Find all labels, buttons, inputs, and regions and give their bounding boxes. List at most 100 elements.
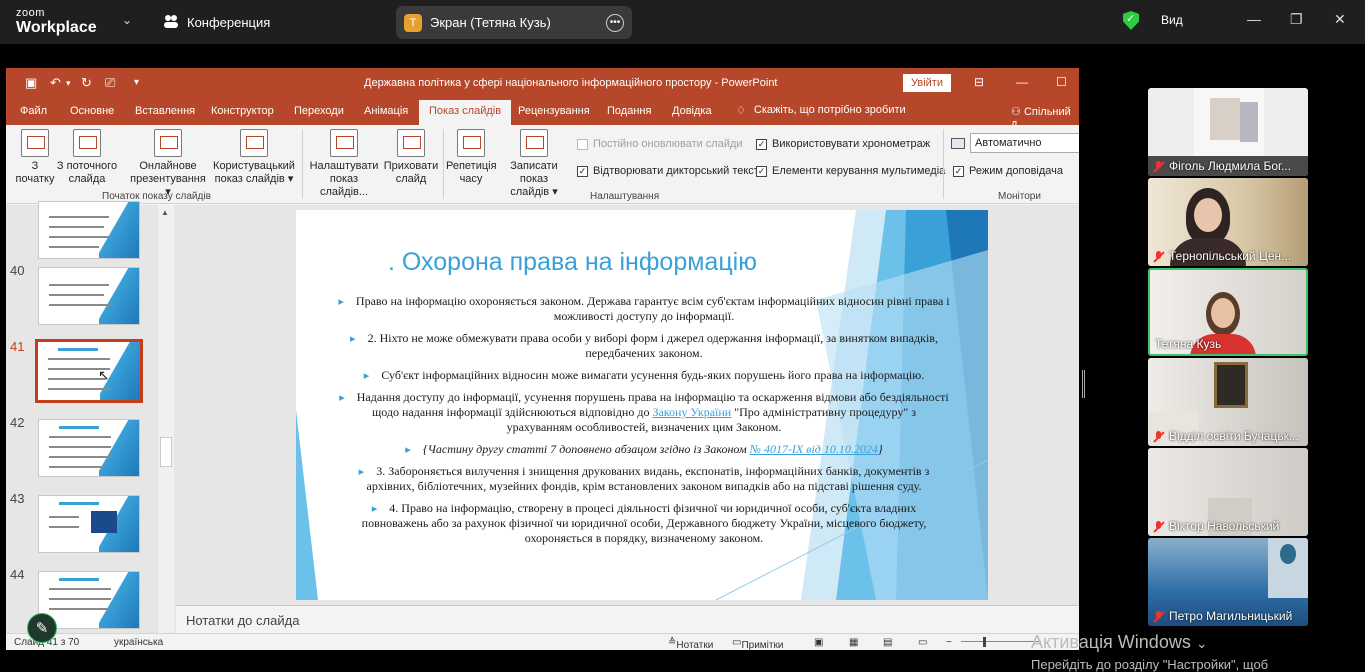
stopwatch-icon [457, 129, 485, 157]
maximize-icon[interactable]: ❐ [1290, 11, 1303, 28]
from-current-icon [73, 129, 101, 157]
scrollbar-thumb[interactable] [160, 437, 172, 467]
slide-number: 42 [10, 415, 25, 430]
record-show-button[interactable]: Записати показ слайдів ▾ [496, 129, 572, 199]
signin-button[interactable]: Увійти [903, 74, 951, 92]
tab-slideshow[interactable]: Показ слайдів [419, 100, 512, 125]
panel-resize-handle[interactable] [1082, 370, 1085, 398]
zoom-slider[interactable] [961, 641, 1041, 642]
screen: zoom Workplace ⌄ Конференция T Экран (Те… [0, 0, 1365, 672]
chevron-down-icon[interactable]: ⌄ [122, 13, 132, 27]
setup-show-button[interactable]: Налаштувати показ слайдів... [306, 129, 382, 199]
meeting-menu[interactable]: Конференция [163, 14, 270, 31]
zoom-slider-thumb[interactable] [983, 637, 986, 647]
slide-title: . Охорона права на інформацію [388, 248, 757, 276]
tab-design[interactable]: Конструктор [211, 105, 274, 117]
security-shield-icon[interactable] [1123, 11, 1139, 30]
ppt-title-bar: ▣ ↶ ▾ ↻ ⎚ ▾ Державна політика у сфері на… [6, 68, 1079, 98]
monitor-select[interactable]: Автоматично [951, 133, 1079, 153]
participant-tile[interactable]: Віктор Навольський [1148, 448, 1308, 536]
ribbon-separator [943, 129, 944, 199]
slide-sorter-icon[interactable]: ▦ [849, 637, 858, 648]
participant-tile[interactable]: Тернопільський Цен... [1148, 178, 1308, 266]
participant-tile-active-speaker[interactable]: Тетяна Кузь [1148, 268, 1308, 356]
notes-pane[interactable]: Нотатки до слайда [176, 605, 1079, 633]
custom-show-button[interactable]: Користувацький показ слайдів ▾ [210, 129, 298, 186]
share-title: Экран (Тетяна Кузь) [430, 15, 551, 30]
slide-thumbnails-pane: 40 41 ↖ 42 43 44 [6, 201, 176, 633]
ribbon-separator [443, 129, 444, 199]
participant-tile[interactable]: Фіголь Людмила Бог... [1148, 88, 1308, 176]
participant-tile[interactable]: Петро Магильницький [1148, 538, 1308, 626]
present-online-button[interactable]: Онлайнове презентування ▾ [126, 129, 210, 199]
slide-body: Право на інформацію охороняється законом… [338, 294, 950, 553]
scroll-up-icon[interactable]: ▲ [161, 208, 169, 217]
law-link[interactable]: Закону України [652, 405, 731, 419]
comments-toggle[interactable]: ▭ Примітки [732, 637, 783, 650]
slide-thumbnail[interactable] [38, 495, 140, 553]
tab-review[interactable]: Рецензування [518, 105, 590, 117]
tab-transitions[interactable]: Переходи [294, 105, 344, 117]
view-button[interactable]: Вид [1161, 13, 1183, 27]
keep-updated-checkbox[interactable]: Постійно оновлювати слайди [577, 138, 743, 150]
play-narrations-checkbox[interactable]: ✓ Відтворювати дикторський текст [577, 165, 759, 177]
normal-view-icon[interactable]: ▣ [814, 637, 823, 648]
close-icon[interactable]: ✕ [1334, 11, 1346, 28]
slide-thumbnail[interactable] [38, 201, 140, 259]
undo-dropdown-icon[interactable]: ▾ [66, 78, 71, 89]
thumbnails-scrollbar[interactable]: ▲ [158, 205, 174, 633]
windows-activation-watermark: Активація Windows ⌄ [1031, 632, 1208, 652]
bullet-1: Право на інформацію охороняється законом… [338, 294, 950, 324]
hide-slide-icon [397, 129, 425, 157]
from-beginning-button[interactable]: З початку [14, 129, 56, 186]
amendment-link[interactable]: № 4017-IX від 10.10.2024 [750, 442, 878, 456]
tab-insert[interactable]: Вставлення [135, 105, 195, 117]
screen-share-indicator[interactable]: T Экран (Тетяна Кузь) ••• [396, 6, 632, 39]
ppt-minimize-icon[interactable]: — [1016, 75, 1028, 89]
notes-toggle[interactable]: ≙ Нотатки [668, 637, 713, 650]
use-timings-checkbox[interactable]: ✓ Використовувати хронометраж [756, 138, 930, 150]
document-title: Державна політика у сфері національного … [364, 77, 778, 89]
tab-home[interactable]: Основне [70, 105, 114, 117]
customize-toolbar-icon[interactable]: ▾ [134, 77, 139, 88]
zoom-logo: zoom Workplace [16, 7, 97, 36]
media-controls-checkbox[interactable]: ✓ Елементи керування мультимедіа [756, 165, 945, 177]
language-indicator[interactable]: українська [114, 637, 163, 648]
tab-view[interactable]: Подання [607, 105, 651, 117]
slide-thumbnail[interactable] [38, 267, 140, 325]
status-bar: Слайд 41 з 70 українська ≙ Нотатки ▭ При… [6, 633, 1079, 650]
rehearse-timings-button[interactable]: Репетиція часу [446, 129, 497, 186]
slideshow-view-icon[interactable]: ▭ [918, 637, 927, 648]
tab-animations[interactable]: Анімація [364, 105, 408, 117]
bullet-6: 3. Забороняється вилучення і знищення др… [338, 464, 950, 494]
tell-me-search[interactable]: ♢ Скажіть, що потрібно зробити [736, 104, 906, 117]
zoom-out-icon[interactable]: − [946, 637, 952, 648]
slide-number: 40 [10, 263, 25, 278]
ribbon-display-icon[interactable]: ⊟ [974, 75, 984, 89]
undo-icon[interactable]: ↶ [50, 75, 61, 91]
present-icon[interactable]: ⎚ [105, 75, 115, 91]
ribbon-slideshow: З початку З поточного слайда Онлайнове п… [6, 125, 1079, 204]
zoom-top-bar: zoom Workplace ⌄ Конференция T Экран (Те… [0, 0, 1365, 44]
more-icon[interactable]: ••• [606, 13, 624, 32]
from-current-button[interactable]: З поточного слайда [56, 129, 118, 186]
meeting-label: Конференция [187, 15, 271, 30]
slide-thumbnail-selected[interactable] [35, 339, 143, 403]
reading-view-icon[interactable]: ▤ [883, 637, 892, 648]
redo-icon[interactable]: ↻ [81, 75, 92, 91]
ppt-maximize-icon[interactable]: ☐ [1056, 75, 1067, 89]
muted-mic-icon [1153, 250, 1164, 262]
presenter-view-checkbox[interactable]: ✓ Режим доповідача [953, 165, 1063, 177]
annotate-pen-button[interactable]: ✎ [27, 613, 57, 643]
minimize-icon[interactable]: — [1247, 11, 1261, 27]
from-beginning-icon [21, 129, 49, 157]
hide-slide-button[interactable]: Приховати слайд [382, 129, 440, 186]
tab-help[interactable]: Довідка [672, 105, 712, 117]
tab-file[interactable]: Файл [20, 105, 47, 117]
save-icon[interactable]: ▣ [25, 75, 37, 91]
current-slide[interactable]: . Охорона права на інформацію Право на і… [296, 210, 988, 600]
participant-tile[interactable]: Відділ освіти Бучацьк... [1148, 358, 1308, 446]
slide-thumbnail[interactable] [38, 419, 140, 477]
setup-show-icon [330, 129, 358, 157]
custom-show-icon [240, 129, 268, 157]
